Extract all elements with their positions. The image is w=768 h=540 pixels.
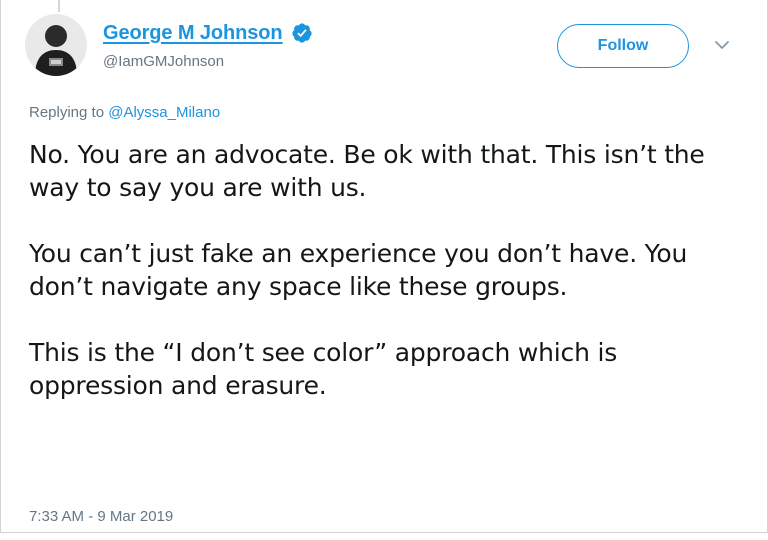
tweet-paragraph: No. You are an advocate. Be ok with that…	[29, 140, 705, 202]
author-handle[interactable]: @IamGMJohnson	[103, 53, 224, 70]
tweet-paragraph: You can’t just fake an experience you do…	[29, 239, 688, 301]
tweet-paragraph: This is the “I don’t see color” approach…	[29, 338, 618, 400]
replying-to-handle-link[interactable]: @Alyssa_Milano	[108, 104, 220, 121]
author-name-row: George M Johnson	[103, 18, 313, 48]
follow-button[interactable]: Follow	[557, 24, 689, 68]
avatar[interactable]	[25, 14, 87, 76]
replying-to-prefix: Replying to	[29, 104, 109, 121]
tweet-body: No. You are an advocate. Be ok with that…	[29, 138, 749, 402]
tweet-card: George M Johnson @IamGMJohnson Follow Re…	[0, 0, 768, 533]
thread-connector	[58, 0, 60, 12]
chevron-down-icon[interactable]	[713, 38, 731, 52]
avatar-image	[25, 14, 87, 76]
replying-to-context: Replying to @Alyssa_Milano	[29, 104, 220, 121]
verified-badge-icon	[291, 22, 313, 44]
tweet-timestamp[interactable]: 7:33 AM - 9 Mar 2019	[29, 508, 173, 525]
author-display-name[interactable]: George M Johnson	[103, 22, 283, 45]
